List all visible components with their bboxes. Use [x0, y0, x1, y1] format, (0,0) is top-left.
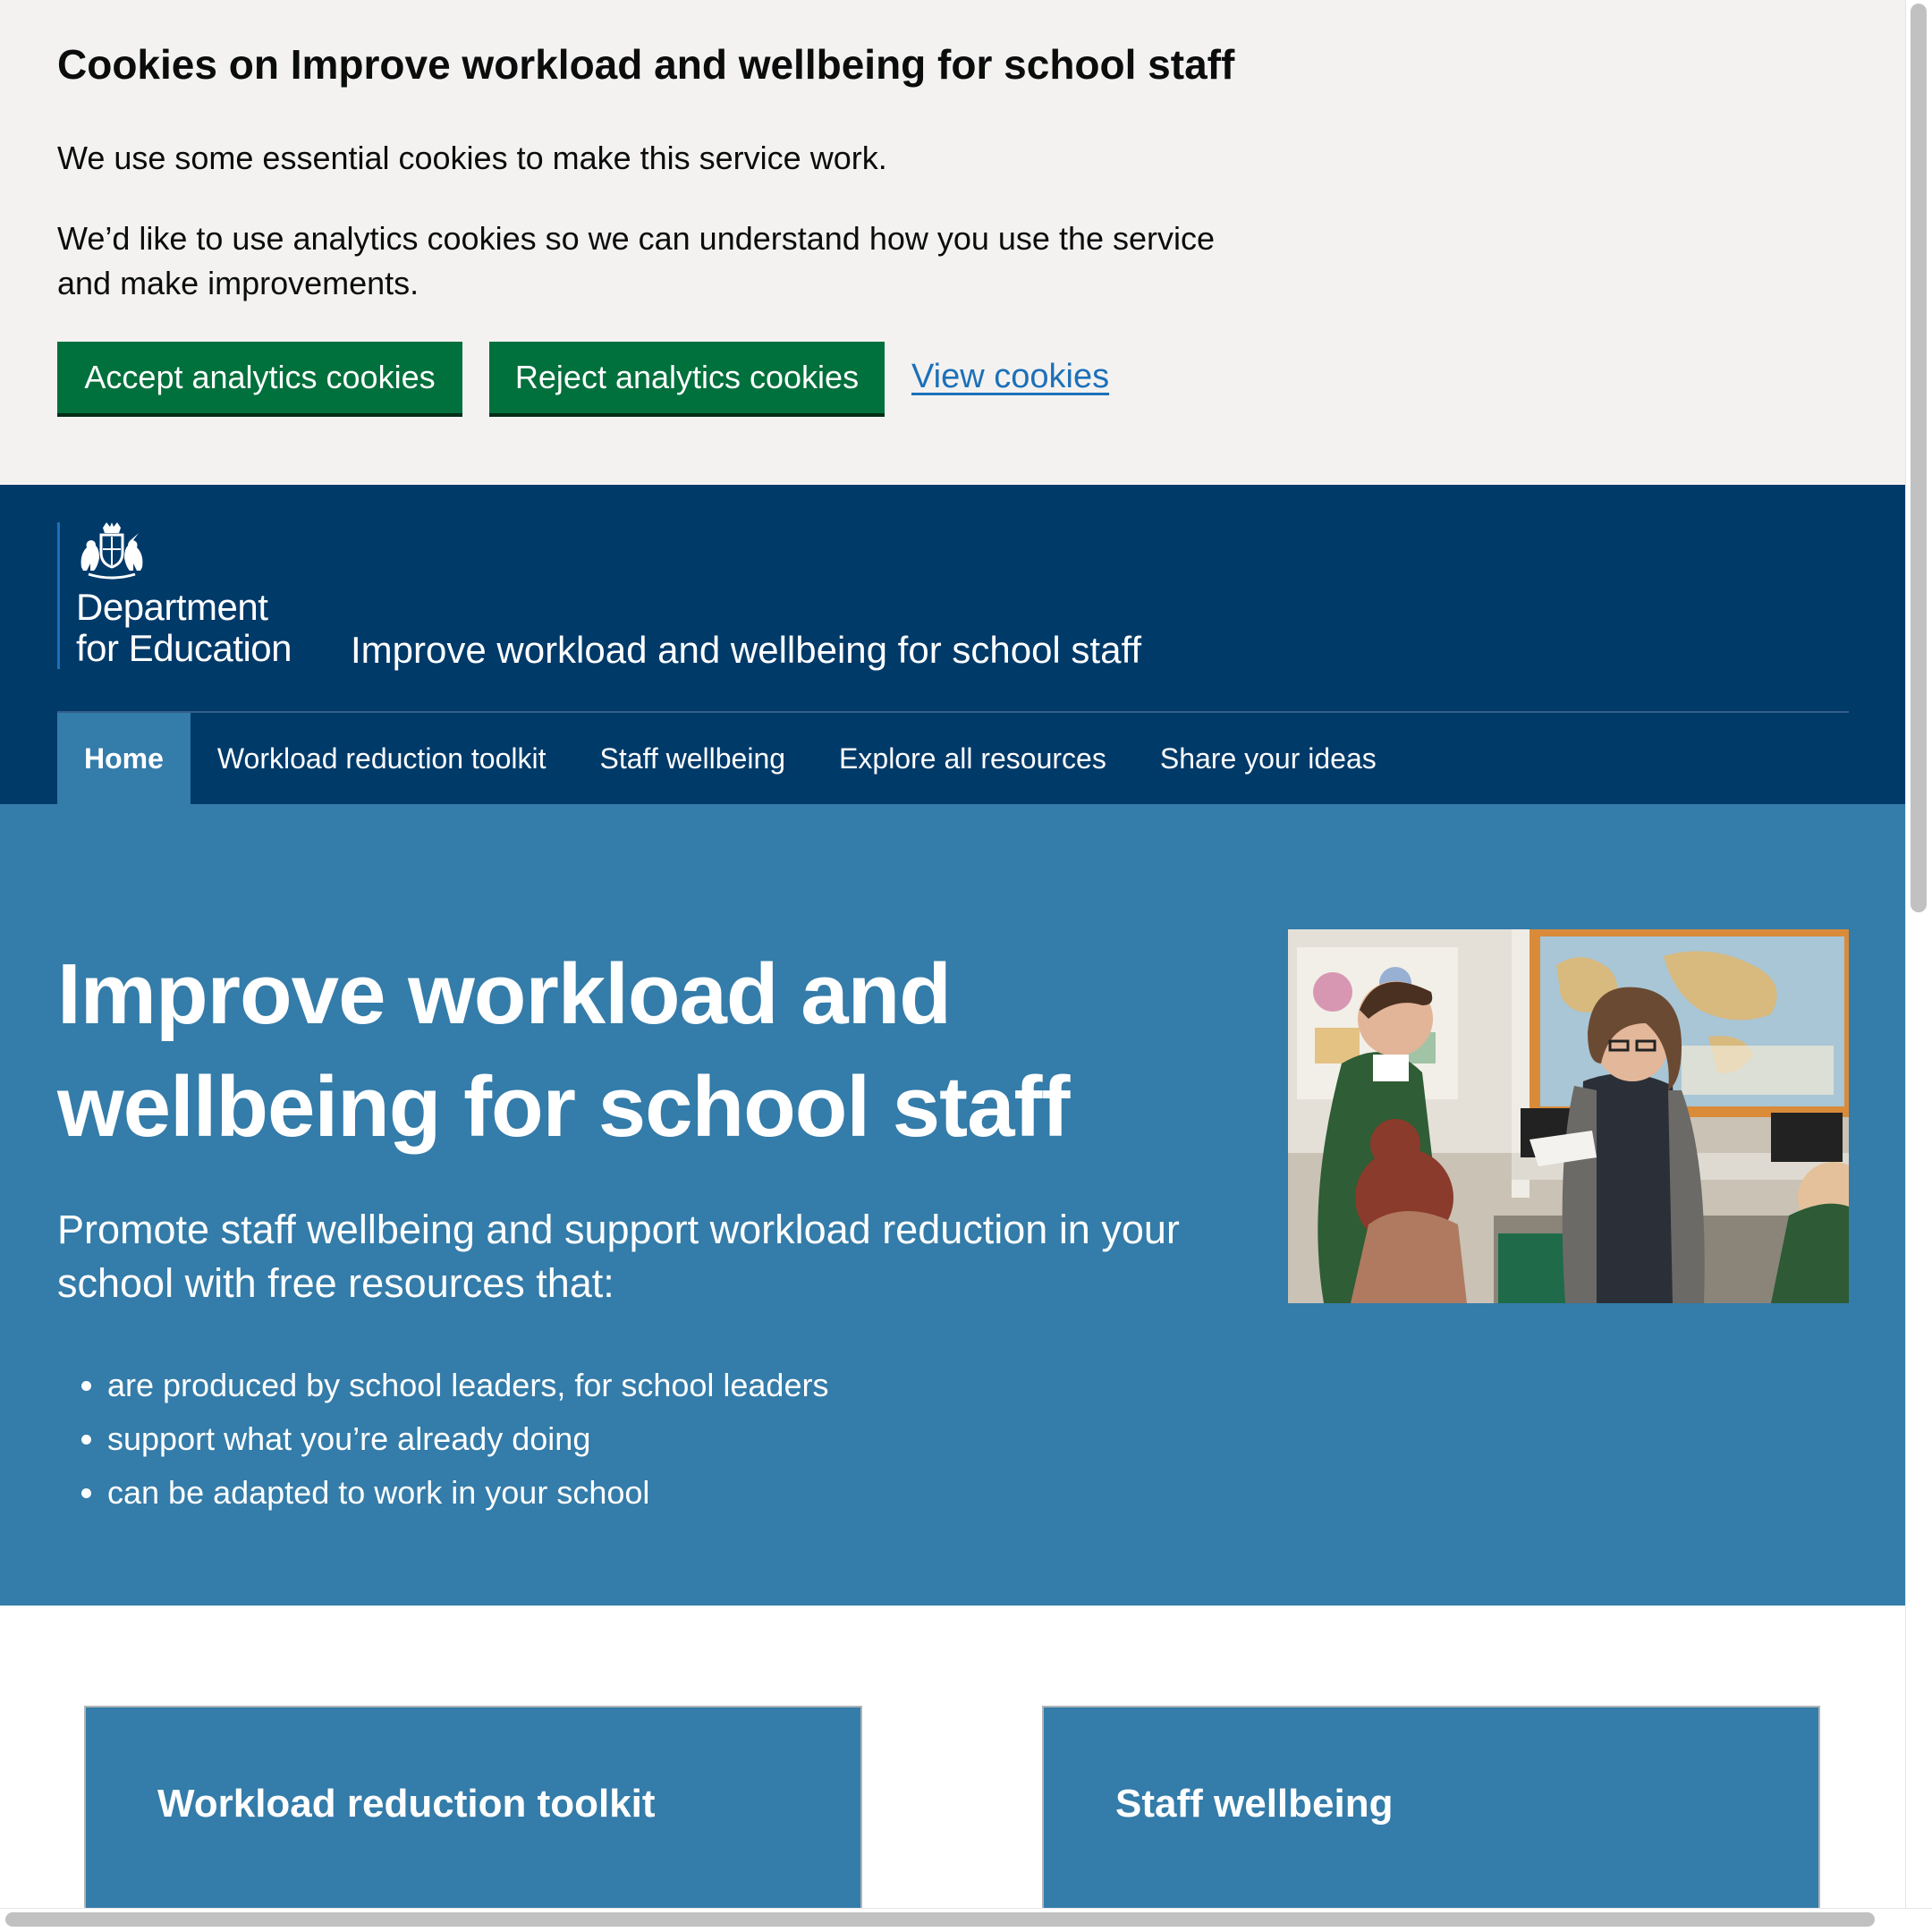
cookie-banner: Cookies on Improve workload and wellbein… [0, 0, 1905, 485]
hero-section: Improve workload and wellbeing for schoo… [0, 804, 1905, 1606]
hero-lead-text: Promote staff wellbeing and support work… [57, 1207, 1180, 1306]
staff-wellbeing-card[interactable]: Staff wellbeing [1042, 1706, 1820, 1908]
cookie-banner-text: We use some essential cookies to make th… [57, 140, 887, 176]
site-header: Department for Education Improve workloa… [0, 485, 1905, 804]
classroom-photo [1288, 929, 1849, 1303]
reject-analytics-cookies-button[interactable]: Reject analytics cookies [489, 342, 885, 413]
hero-bullet-list: are produced by school leaders, for scho… [57, 1359, 828, 1520]
cookie-banner-title: Cookies on Improve workload and wellbein… [57, 41, 1235, 88]
cookie-banner-text: We’d like to use analytics cookies so we… [57, 220, 1216, 301]
nav-item-explore-all-resources[interactable]: Explore all resources [812, 713, 1133, 804]
workload-reduction-toolkit-card[interactable]: Workload reduction toolkit [84, 1706, 862, 1908]
card-title: Workload reduction toolkit [157, 1782, 656, 1826]
primary-navigation: Home Workload reduction toolkit Staff we… [57, 713, 1403, 804]
classroom-photo-illustration [1288, 929, 1849, 1303]
list-item: can be adapted to work in your school [107, 1466, 828, 1520]
page-title: Improve workload and wellbeing for schoo… [57, 946, 1070, 1155]
nav-item-share-your-ideas[interactable]: Share your ideas [1133, 713, 1403, 804]
list-item: are produced by school leaders, for scho… [107, 1359, 828, 1412]
card-title: Staff wellbeing [1115, 1782, 1394, 1826]
royal-coat-of-arms-icon [80, 522, 143, 580]
list-item: support what you’re already doing [107, 1412, 828, 1466]
nav-item-workload-reduction-toolkit[interactable]: Workload reduction toolkit [191, 713, 573, 804]
service-name-link[interactable]: Improve workload and wellbeing for schoo… [351, 628, 1141, 673]
page: Cookies on Improve workload and wellbein… [0, 0, 1905, 1908]
accept-analytics-cookies-button[interactable]: Accept analytics cookies [57, 342, 462, 413]
nav-item-staff-wellbeing[interactable]: Staff wellbeing [573, 713, 813, 804]
dfe-logo[interactable]: Department for Education [57, 522, 326, 669]
nav-item-home[interactable]: Home [57, 713, 191, 804]
vertical-scrollbar-thumb[interactable] [1911, 4, 1927, 912]
horizontal-scrollbar-thumb[interactable] [5, 1912, 1875, 1927]
department-name: Department for Education [76, 586, 292, 669]
view-cookies-link[interactable]: View cookies [911, 354, 1109, 399]
